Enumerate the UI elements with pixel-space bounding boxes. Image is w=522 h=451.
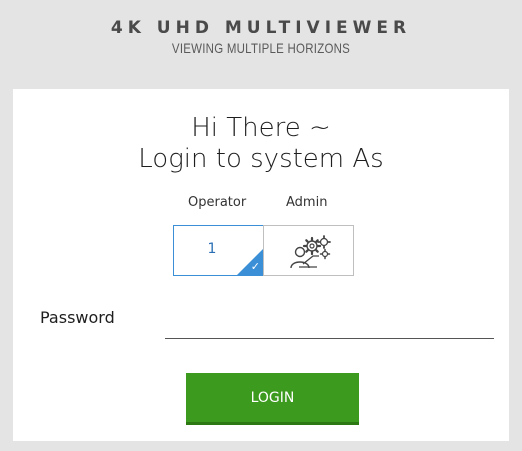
login-button[interactable]: LOGIN bbox=[186, 373, 359, 425]
login-page: 4K UHD MULTIVIEWER VIEWING MULTIPLE HORI… bbox=[0, 0, 522, 451]
greeting-line-2: Login to system As bbox=[138, 144, 384, 174]
brand-title: 4K UHD MULTIVIEWER bbox=[110, 18, 412, 38]
admin-gears-icon bbox=[290, 235, 331, 269]
password-input[interactable] bbox=[165, 311, 494, 339]
greeting-line-1: Hi There ~ bbox=[191, 113, 331, 143]
brand-subtitle: VIEWING MULTIPLE HORIZONS bbox=[171, 40, 351, 56]
greeting: Hi There ~ Login to system As bbox=[13, 113, 509, 175]
admin-role-button[interactable] bbox=[263, 225, 354, 276]
checkmark-icon: ✓ bbox=[250, 260, 260, 273]
login-card: Hi There ~ Login to system As Operator A… bbox=[13, 89, 509, 441]
admin-label: Admin bbox=[286, 195, 328, 210]
password-label: Password bbox=[40, 308, 115, 327]
operator-label: Operator bbox=[188, 195, 247, 210]
operator-role-button[interactable]: 1 ✓ bbox=[173, 225, 264, 276]
